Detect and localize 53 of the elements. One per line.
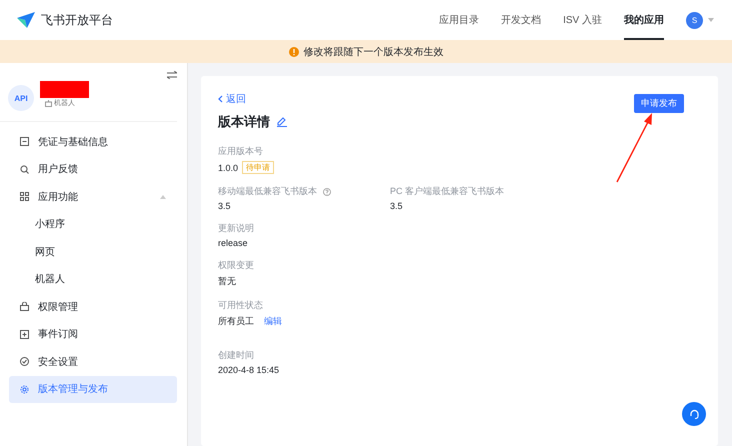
- warning-icon: [288, 46, 298, 56]
- sidebar-item[interactable]: 应用功能: [9, 183, 177, 210]
- gear-icon: [20, 384, 29, 394]
- field-label: 应用版本号: [218, 145, 263, 158]
- card-icon: [20, 137, 29, 146]
- robot-icon: [45, 100, 52, 106]
- field-value: release: [218, 238, 248, 248]
- edit-icon[interactable]: [277, 117, 287, 127]
- edit-link[interactable]: 编辑: [264, 315, 282, 328]
- field-label: PC 客户端最低兼容飞书版本: [390, 185, 504, 198]
- field-value: 暂无: [218, 275, 236, 288]
- status-tag: 待申请: [242, 161, 274, 174]
- sidebar-item[interactable]: 事件订阅: [9, 320, 177, 348]
- headset-icon: [688, 408, 700, 420]
- page-title: 版本详情: [218, 113, 270, 131]
- user-avatar[interactable]: S: [686, 12, 703, 28]
- sidebar-item[interactable]: 权限管理: [9, 293, 177, 320]
- logo-text: 飞书开放平台: [41, 12, 113, 28]
- sidebar-subitem[interactable]: 机器人: [9, 266, 177, 293]
- sidebar-item[interactable]: 版本管理与发布: [9, 376, 177, 403]
- sidebar-subitem[interactable]: 小程序: [9, 210, 177, 238]
- field-label: 移动端最低兼容飞书版本: [218, 185, 317, 198]
- nav-link[interactable]: 开发文档: [501, 0, 542, 40]
- field-value: 所有员工: [218, 315, 254, 328]
- collapse-icon[interactable]: [167, 71, 177, 79]
- apply-button[interactable]: 申请发布: [634, 94, 684, 113]
- chevron-left-icon: [218, 95, 223, 103]
- check-circle-icon: [20, 357, 29, 366]
- back-link[interactable]: 返回: [218, 92, 246, 106]
- help-icon[interactable]: [323, 188, 331, 196]
- annotation-arrow: [615, 112, 655, 184]
- field-label: 权限变更: [218, 259, 254, 272]
- app-avatar: API: [8, 85, 34, 111]
- sidebar-item[interactable]: 凭证与基础信息: [9, 128, 177, 156]
- sidebar-item[interactable]: 安全设置: [9, 348, 177, 376]
- plus-box-icon: [20, 330, 29, 339]
- sidebar-item[interactable]: 用户反馈: [9, 156, 177, 183]
- field-value: 3.5: [218, 201, 231, 211]
- nav-link[interactable]: ISV 入驻: [563, 0, 602, 40]
- notice-text: 修改将跟随下一个版本发布生效: [304, 46, 444, 58]
- field-label: 可用性状态: [218, 299, 263, 312]
- field-value: 2020-4-8 15:45: [218, 365, 280, 375]
- nav-link[interactable]: 应用目录: [439, 0, 480, 40]
- field-value: 1.0.0: [218, 162, 238, 172]
- field-label: 更新说明: [218, 222, 254, 235]
- lock-icon: [20, 302, 29, 312]
- search-icon: [20, 164, 29, 174]
- grid-icon: [20, 192, 29, 202]
- field-label: 创建时间: [218, 349, 254, 362]
- field-value: 3.5: [390, 201, 403, 211]
- sidebar-subitem[interactable]: 网页: [9, 238, 177, 266]
- logo-icon: [16, 11, 36, 29]
- redaction-mark: [40, 81, 89, 98]
